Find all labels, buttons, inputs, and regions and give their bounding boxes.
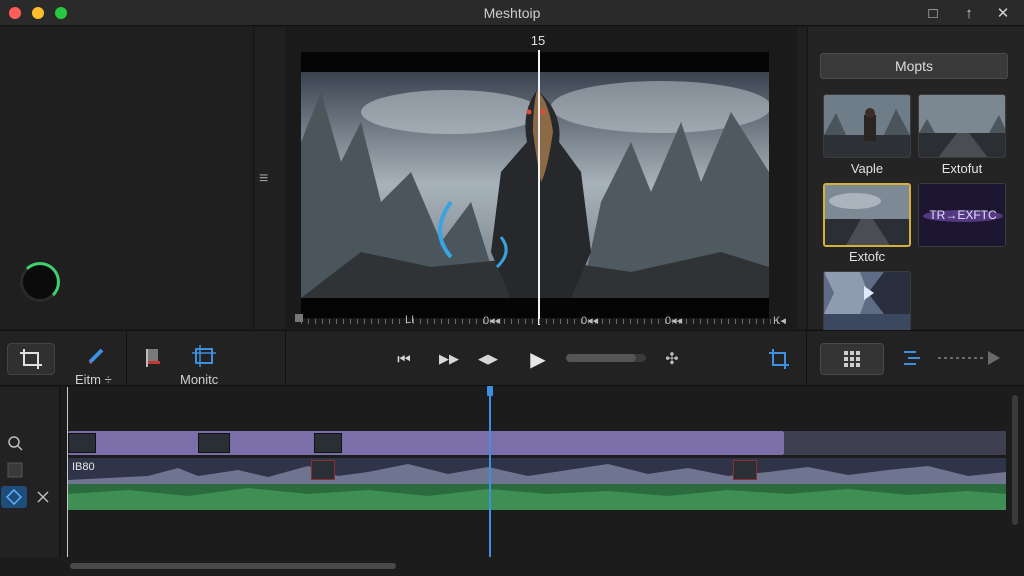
- ruler-label: LI: [405, 314, 415, 326]
- app-title: Meshtoip: [483, 5, 541, 21]
- video-clip-track[interactable]: [68, 431, 784, 455]
- effect-thumbnail-selected[interactable]: [823, 183, 911, 247]
- video-preview[interactable]: [301, 52, 769, 318]
- effect-label: Extofut: [941, 161, 983, 176]
- ruler-label: 0◂◂: [581, 315, 599, 327]
- play-button[interactable]: ▶: [526, 346, 550, 372]
- timeline-start-marker: [67, 387, 68, 557]
- close-icon[interactable]: [33, 487, 53, 507]
- clip-thumbnail[interactable]: [311, 460, 335, 480]
- music-waveform: [68, 488, 1006, 510]
- clip-thumbnail[interactable]: [733, 460, 757, 480]
- share-icon[interactable]: ↑: [958, 3, 980, 23]
- audio-track-label: IB80: [72, 461, 95, 473]
- viewer-timecode: 15: [530, 33, 546, 48]
- ruler-start-marker: [295, 314, 303, 322]
- effect-thumbnail[interactable]: [823, 271, 911, 335]
- square-icon[interactable]: [5, 460, 25, 480]
- progress-ring-icon: [20, 262, 60, 302]
- scrubber-fill: [566, 354, 637, 362]
- playback-scrubber[interactable]: [566, 354, 646, 362]
- transform-button[interactable]: [766, 346, 792, 372]
- vertical-scrollbar[interactable]: [1012, 395, 1018, 525]
- filter-icon: [904, 351, 1000, 365]
- effect-label: Extofc: [848, 249, 886, 264]
- effect-thumbnail[interactable]: [823, 94, 911, 158]
- loop-button[interactable]: ◀▶: [474, 348, 502, 370]
- timeline-playhead-handle[interactable]: [487, 386, 493, 396]
- crop-icon: [20, 349, 42, 369]
- clip-thumbnail[interactable]: [314, 433, 342, 453]
- timeline-playhead[interactable]: [489, 387, 491, 557]
- toolbar-divider: [285, 330, 286, 386]
- viewer-ruler[interactable]: LI 0◂◂ 0◂◂ 0◂◂ K◂: [295, 314, 795, 328]
- thumbnail-road-icon: [919, 95, 1005, 157]
- step-forward-button[interactable]: ▶▶: [433, 348, 465, 370]
- diamond-icon[interactable]: [1, 486, 27, 508]
- transform-crop-icon: [769, 349, 789, 369]
- ruler-ticks: [301, 319, 789, 324]
- clip-thumbnail[interactable]: [198, 433, 230, 453]
- crop-button[interactable]: [7, 343, 55, 375]
- rewind-button[interactable]: ⏮: [390, 348, 418, 370]
- window-tile-icon[interactable]: □: [922, 3, 944, 23]
- thumbnail-gradient-icon: [824, 272, 910, 314]
- effect-thumbnail[interactable]: TR→EXFTC: [918, 183, 1006, 247]
- list-menu-icon[interactable]: ≡: [259, 170, 268, 188]
- video-clip-track-inactive[interactable]: [784, 431, 1006, 455]
- thumbnail-character-icon: [824, 95, 910, 157]
- edit-label: Eitm ÷: [75, 372, 112, 387]
- ruler-label: 0◂◂: [665, 315, 683, 327]
- grid-icon: [844, 351, 860, 367]
- toolbar-divider: [806, 330, 807, 386]
- marker-flag-icon: [146, 349, 160, 367]
- move-icon[interactable]: ✣: [660, 348, 684, 370]
- thumbnail-landscape-icon: [825, 185, 909, 245]
- effect-label: Vaple: [850, 161, 884, 176]
- monitor-button[interactable]: [190, 343, 218, 369]
- ruler-label: 0◂◂: [483, 315, 501, 327]
- pen-icon: [88, 348, 104, 364]
- tab-mopts[interactable]: Mopts: [820, 53, 1008, 79]
- clip-thumbnail[interactable]: [68, 433, 96, 453]
- grid-view-button[interactable]: [820, 343, 884, 375]
- toolbar-divider: [126, 330, 127, 386]
- music-track[interactable]: [68, 484, 1006, 510]
- viewer-playhead[interactable]: [538, 50, 540, 325]
- preview-frame-image: [301, 52, 769, 318]
- audio-waveform: [68, 464, 1006, 484]
- search-replace-icon[interactable]: [5, 433, 25, 453]
- effect-thumbnail[interactable]: [918, 94, 1006, 158]
- horizontal-scrollbar[interactable]: [70, 563, 396, 569]
- marker-button[interactable]: [142, 346, 166, 370]
- monitor-crop-icon: [192, 345, 216, 367]
- audio-track[interactable]: [68, 458, 1006, 484]
- title-bar: Meshtoip □ ↑ ✕: [0, 0, 1024, 26]
- monitor-label: Monitc: [180, 372, 219, 387]
- filter-slider[interactable]: [902, 347, 1002, 369]
- edit-pen-button[interactable]: [84, 343, 110, 367]
- ruler-label: K◂: [773, 315, 786, 327]
- transition-thumb-text: TR→EXFTC: [929, 208, 997, 222]
- close-icon[interactable]: ✕: [992, 3, 1014, 23]
